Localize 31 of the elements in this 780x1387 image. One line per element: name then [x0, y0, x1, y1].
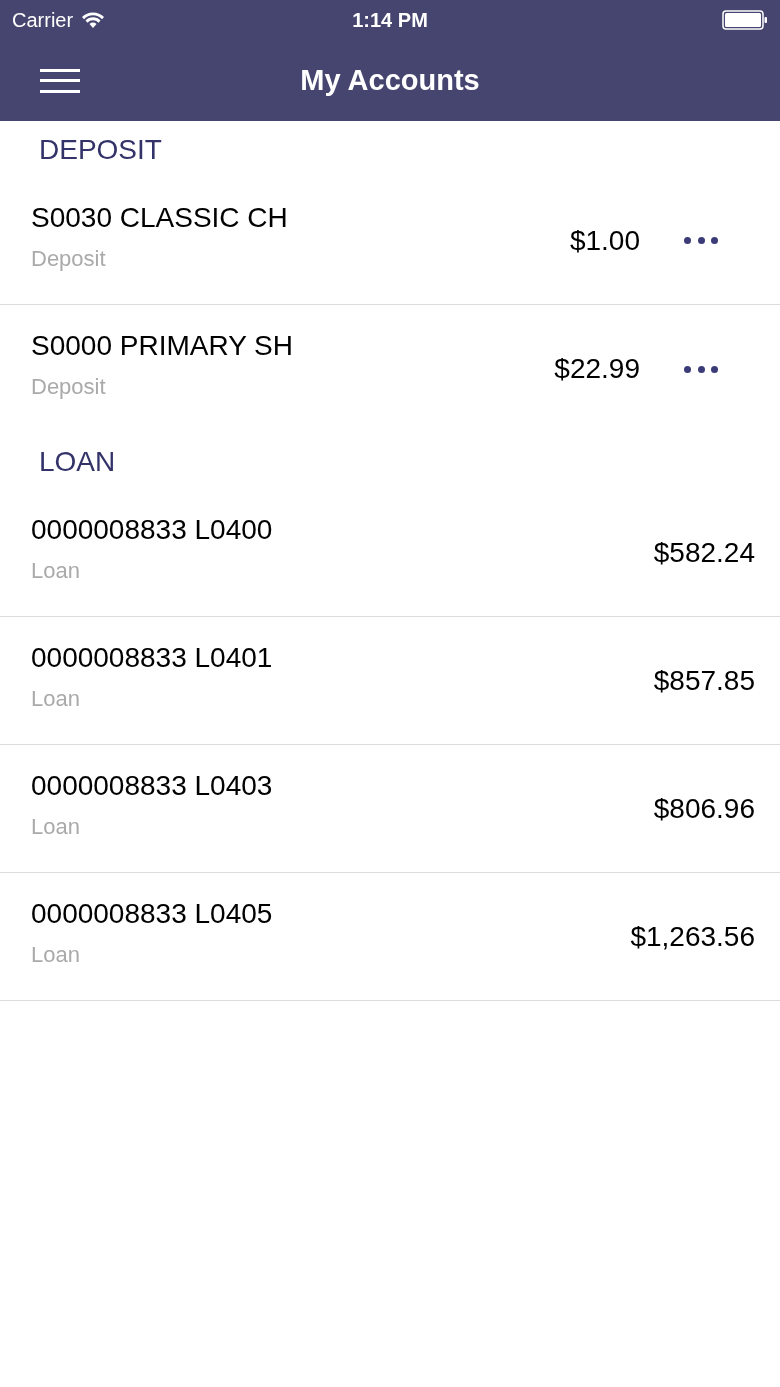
account-name: 0000008833 L0400: [31, 513, 274, 546]
account-type: Deposit: [31, 374, 107, 400]
account-row[interactable]: S0000 PRIMARY SH Deposit $22.99: [0, 305, 780, 433]
account-balance: $1,263.56: [630, 919, 755, 954]
account-name: 0000008833 L0403: [31, 769, 274, 802]
carrier-label: Carrier: [12, 8, 74, 33]
section-header: DEPOSIT: [39, 132, 162, 167]
account-type: Loan: [31, 813, 81, 840]
account-type: Loan: [31, 941, 81, 968]
account-type: Loan: [31, 557, 81, 584]
account-type: Deposit: [31, 245, 107, 272]
account-balance: $857.85: [653, 663, 755, 698]
section-header: LOAN: [39, 444, 116, 479]
wifi-icon: [81, 11, 106, 29]
account-balance: $806.96: [653, 791, 755, 826]
account-row[interactable]: 0000008833 L0401 Loan $857.85: [0, 617, 780, 745]
account-balance: $1.00: [569, 223, 640, 258]
account-row[interactable]: 0000008833 L0405 Loan $1,263.56: [0, 873, 780, 1001]
battery-icon: [722, 10, 768, 30]
account-balance: $582.24: [653, 535, 755, 570]
account-balance: $22.99: [554, 352, 640, 386]
account-name: 0000008833 L0405: [31, 897, 274, 930]
page-title: My Accounts: [300, 62, 480, 98]
account-row[interactable]: 0000008833 L0400 Loan $582.24: [0, 489, 780, 617]
account-row[interactable]: S0030 CLASSIC CH Deposit $1.00: [0, 177, 780, 305]
account-name: S0030 CLASSIC CH: [31, 201, 289, 234]
account-row[interactable]: 0000008833 L0403 Loan $806.96: [0, 745, 780, 873]
account-name: 0000008833 L0401: [31, 641, 274, 674]
account-name: S0000 PRIMARY SH: [31, 330, 294, 362]
clock-time: 1:14 PM: [352, 8, 428, 33]
account-type: Loan: [31, 685, 81, 712]
